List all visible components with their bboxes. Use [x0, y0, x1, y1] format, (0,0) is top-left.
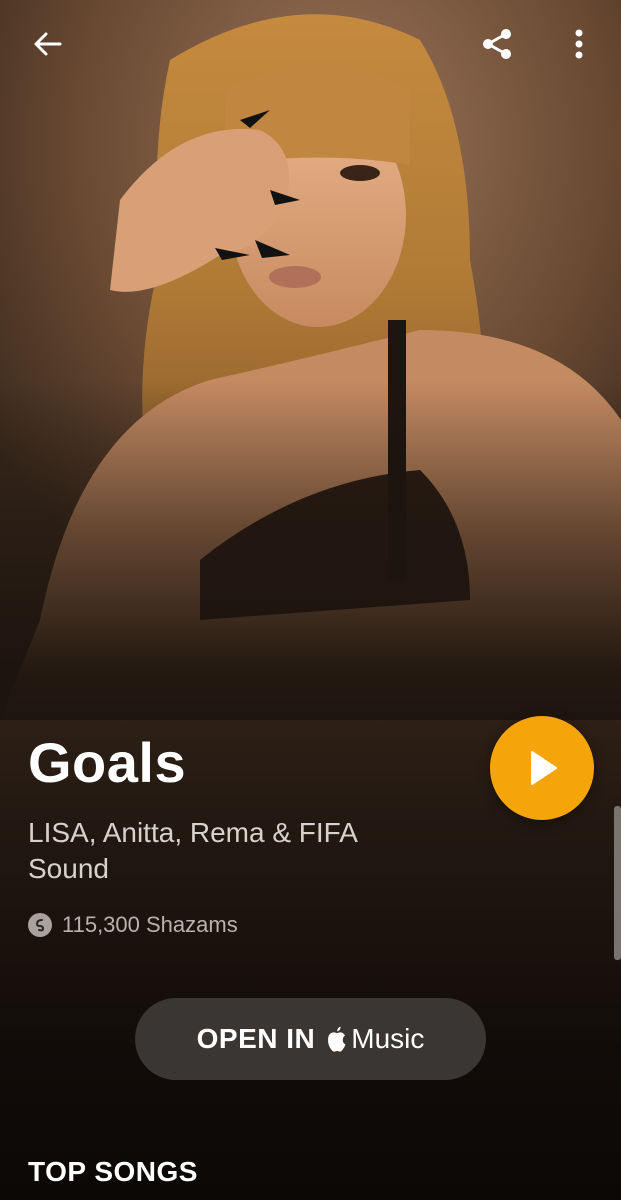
song-screen: Goals LISA, Anitta, Rema & FIFA Sound 11…: [0, 0, 621, 1200]
apple-icon: [328, 1026, 346, 1052]
back-button[interactable]: [24, 20, 72, 68]
more-vertical-icon: [575, 29, 583, 59]
artist-artwork: [0, 0, 621, 720]
shazam-count-row: 115,300 Shazams: [28, 912, 238, 938]
more-options-button[interactable]: [555, 20, 603, 68]
open-in-label: OPEN IN: [196, 1023, 316, 1054]
music-brand-label: Music: [351, 1023, 425, 1054]
shazam-count: 115,300 Shazams: [62, 912, 238, 937]
open-in-apple-music-button[interactable]: OPEN IN Music: [135, 998, 486, 1080]
share-button[interactable]: [473, 20, 521, 68]
artwork-fade: [0, 380, 621, 720]
top-bar: [0, 0, 621, 90]
track-artist[interactable]: LISA, Anitta, Rema & FIFA Sound: [28, 815, 428, 887]
scrollbar[interactable]: [614, 806, 621, 960]
play-icon: [531, 751, 557, 785]
arrow-left-icon: [34, 32, 62, 56]
share-icon: [483, 29, 511, 59]
top-songs-heading: TOP SONGS: [28, 1156, 198, 1187]
track-title: Goals: [28, 731, 187, 794]
play-button[interactable]: [490, 716, 594, 820]
shazam-icon: [28, 913, 52, 937]
apple-music-brand: Music: [325, 1023, 424, 1055]
